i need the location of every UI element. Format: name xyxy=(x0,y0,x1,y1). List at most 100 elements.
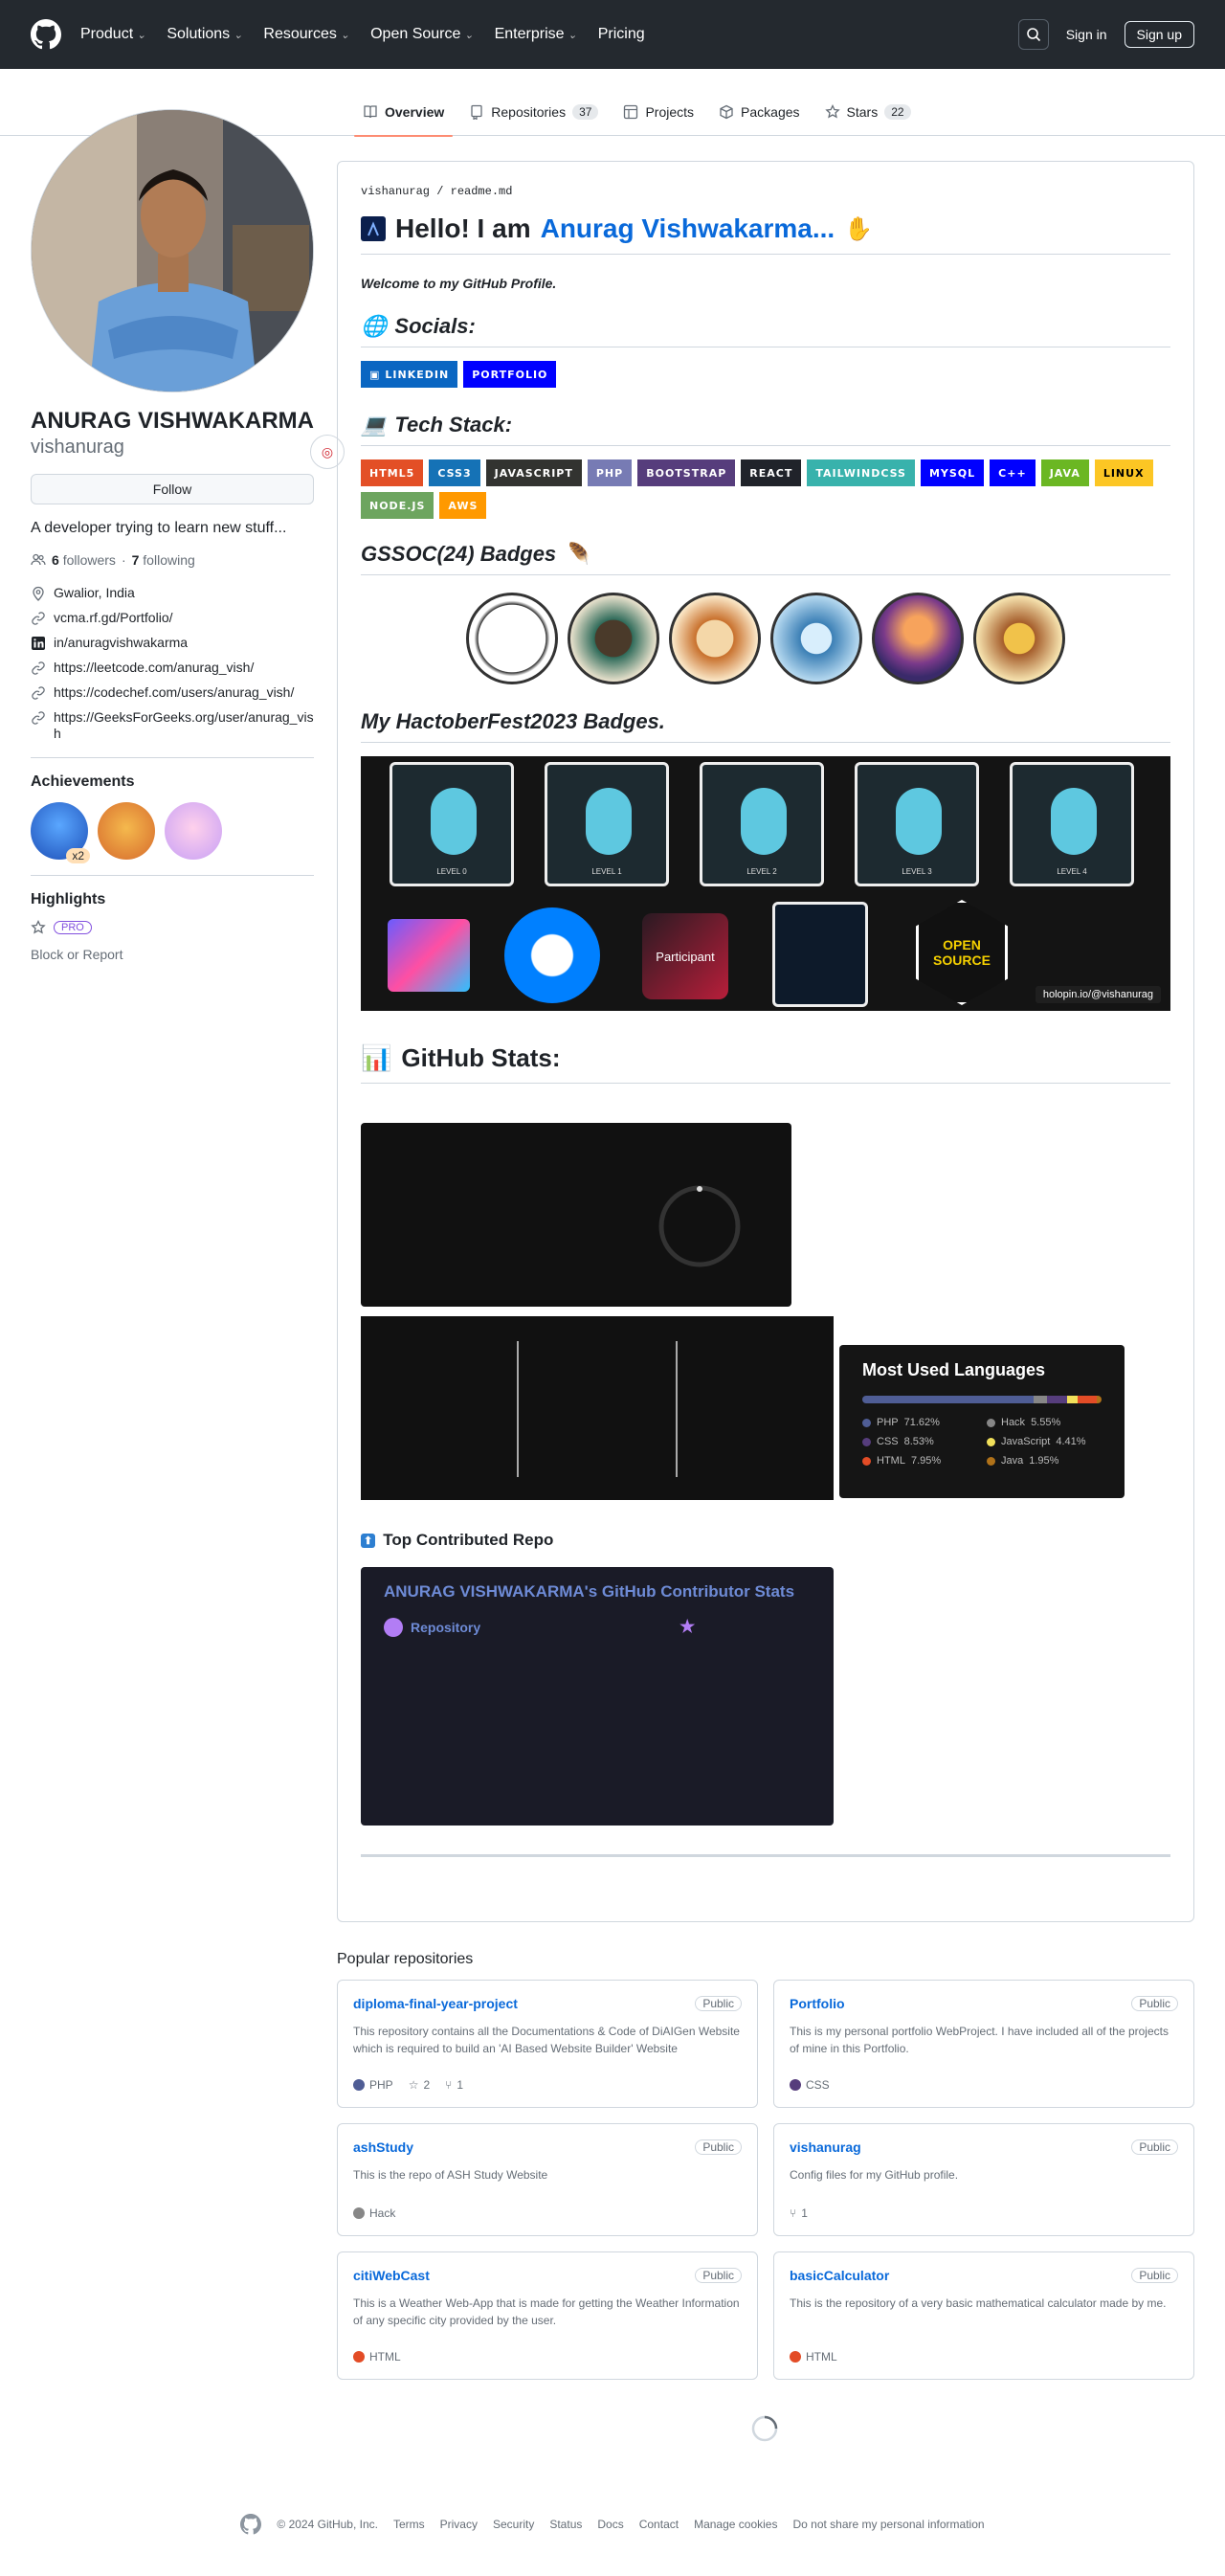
tech-badge-label: CSS3 xyxy=(437,466,472,480)
profile-social-link[interactable]: https://GeeksForGeeks.org/user/anurag_vi… xyxy=(31,709,314,742)
languages-title: Most Used Languages xyxy=(862,1360,1046,1379)
portfolio-badge[interactable]: PORTFOLIO xyxy=(463,361,557,388)
pro-highlight: PRO xyxy=(31,920,314,935)
hacktoberfest-level-3-badge: LEVEL 3 xyxy=(855,762,979,886)
achievement-quickdraw[interactable] xyxy=(98,802,155,860)
location-icon xyxy=(33,586,44,601)
avatar[interactable] xyxy=(31,109,314,392)
tech-badge: TAILWINDCSS xyxy=(807,459,915,486)
languages-legend: PHP 71.62% Hack 5.55% CSS 8.53% JavaScript 4.41… xyxy=(862,1417,1102,1467)
profile-website[interactable]: vcma.rf.gd/Portfolio/ xyxy=(31,610,314,626)
language-bar-segment xyxy=(1078,1396,1098,1403)
tab-packages[interactable]: Packages xyxy=(706,88,812,136)
nav-open-source[interactable]: Open Source ⌄ xyxy=(370,26,474,43)
tab-projects[interactable]: Projects xyxy=(611,88,706,136)
footer-link-privacy[interactable]: Privacy xyxy=(440,2518,478,2531)
search-button[interactable] xyxy=(1017,19,1049,50)
magnifier-badge xyxy=(669,593,761,684)
contributor-repo-header: Repository ★ xyxy=(384,1617,811,1637)
repo-name-link[interactable]: ashStudy xyxy=(353,2139,742,2155)
fork-icon: ⑂ xyxy=(445,2078,453,2092)
wave-icon: ✋ xyxy=(844,215,874,242)
avatar-photo xyxy=(32,110,313,392)
repo-name-link[interactable]: Portfolio xyxy=(790,1996,1178,2011)
github-logo-icon[interactable] xyxy=(31,19,61,50)
profile-linkedin[interactable]: in/anuragvishwakarma xyxy=(31,635,314,651)
chevron-down-icon: ⌄ xyxy=(568,29,577,41)
repo-name-link[interactable]: vishanurag xyxy=(790,2139,1178,2155)
holopin-board[interactable]: LEVEL 0 LEVEL 1 LEVEL 2 LEVEL 3 LEVEL 4 … xyxy=(361,756,1170,1011)
readme-file-link[interactable]: readme.md xyxy=(451,185,513,198)
repo-language: PHP xyxy=(353,2078,393,2092)
following-link[interactable]: 7 following xyxy=(132,552,195,568)
readme-welcome: Welcome to my GitHub Profile. xyxy=(361,276,557,291)
nav-resources[interactable]: Resources ⌄ xyxy=(263,26,349,43)
repo-name-link[interactable]: diploma-final-year-project xyxy=(353,1996,742,2011)
chevron-down-icon: ⌄ xyxy=(464,29,474,41)
tech-badge: PHP xyxy=(587,459,633,486)
repo-forks-link[interactable]: ⑂ 1 xyxy=(790,2206,808,2220)
site-header: Product ⌄ Solutions ⌄ Resources ⌄ Open Sour… xyxy=(0,0,1225,69)
footer-link-status[interactable]: Status xyxy=(549,2518,582,2531)
footer-link-manage-cookies[interactable]: Manage cookies xyxy=(694,2518,777,2531)
language-legend-item: CSS 8.53% xyxy=(862,1436,977,1447)
language-legend-item: JavaScript 4.41% xyxy=(987,1436,1102,1447)
achievements-heading[interactable]: Achievements xyxy=(31,773,314,791)
loading-ring-icon xyxy=(658,1185,741,1267)
repo-card: citiWebCast Public This is a Weather Web… xyxy=(337,2251,758,2380)
repo-description: This repository contains all the Documen… xyxy=(353,2025,740,2055)
repo-stars-link[interactable]: ☆ 2 xyxy=(409,2078,430,2092)
profile-social-link[interactable]: https://codechef.com/users/anurag_vish/ xyxy=(31,684,314,701)
block-or-report-link[interactable]: Block or Report xyxy=(31,947,314,962)
repo-language: CSS xyxy=(790,2078,830,2092)
profile-social-link[interactable]: https://leetcode.com/anurag_vish/ xyxy=(31,660,314,676)
tech-badge-label: HTML5 xyxy=(369,466,415,480)
readme-divider xyxy=(361,1854,1170,1857)
repo-card: basicCalculator Public This is the repos… xyxy=(773,2251,1194,2380)
followers-link[interactable]: 6 followers xyxy=(52,552,116,568)
hacktoberfest-level-1-badge: LEVEL 1 xyxy=(545,762,669,886)
repo-forks-link[interactable]: ⑂ 1 xyxy=(445,2078,463,2092)
footer-link-docs[interactable]: Docs xyxy=(597,2518,623,2531)
footer-link-contact[interactable]: Contact xyxy=(639,2518,679,2531)
tech-badge-label: REACT xyxy=(749,466,793,480)
tab-overview[interactable]: Overview xyxy=(350,88,457,137)
repo-name-link[interactable]: basicCalculator xyxy=(790,2268,1178,2283)
tab-label: Overview xyxy=(385,104,445,120)
nav-pricing[interactable]: Pricing xyxy=(598,26,645,43)
contributor-stats-card: ANURAG VISHWAKARMA's GitHub Contributor … xyxy=(361,1567,834,1826)
readme-name-link[interactable]: Anurag Vishwakarma... xyxy=(541,213,835,244)
footer-link-terms[interactable]: Terms xyxy=(393,2518,425,2531)
chevron-down-icon: ⌄ xyxy=(340,29,350,41)
repo-card: vishanurag Public Config files for my Gi… xyxy=(773,2123,1194,2236)
nav-solutions[interactable]: Solutions ⌄ xyxy=(167,26,242,43)
footer-link-security[interactable]: Security xyxy=(493,2518,534,2531)
socials-heading: 🌐 Socials: xyxy=(361,314,1170,347)
star-icon: ★ xyxy=(679,1617,696,1636)
sign-in-link[interactable]: Sign in xyxy=(1066,27,1107,42)
table-icon xyxy=(624,104,638,120)
appwrite-participant-badge: Participant xyxy=(642,913,728,999)
visibility-badge: Public xyxy=(695,1996,742,2011)
follow-button[interactable]: Follow xyxy=(31,474,314,504)
language-legend-item: HTML 7.95% xyxy=(862,1455,977,1467)
top-arrow-icon: ⬆ xyxy=(361,1533,376,1548)
achievement-yolo[interactable] xyxy=(165,802,222,860)
linkedin-badge[interactable]: ▣ LINKEDIN xyxy=(361,361,458,388)
profile-location: Gwalior, India xyxy=(31,585,314,601)
github-logo-icon[interactable] xyxy=(240,2514,262,2535)
achievement-pull-shark[interactable]: x2 xyxy=(31,802,90,863)
profile-readme: vishanurag / readme.md Hello! I am Anura… xyxy=(337,161,1194,1922)
tab-stars[interactable]: Stars 22 xyxy=(813,88,924,136)
digitalocean-badge xyxy=(504,907,600,1003)
nav-product[interactable]: Product ⌄ xyxy=(80,26,145,43)
laptop-icon: 💻 xyxy=(361,413,388,437)
footer-link-do-not-share[interactable]: Do not share my personal information xyxy=(792,2518,984,2531)
github-icon xyxy=(384,1617,403,1637)
readme-heading: Hello! I am Anurag Vishwakarma... ✋ xyxy=(361,213,1170,255)
sign-up-button[interactable]: Sign up xyxy=(1124,21,1194,48)
repo-name-link[interactable]: citiWebCast xyxy=(353,2268,742,2283)
tab-repositories[interactable]: Repositories 37 xyxy=(457,88,611,136)
nav-enterprise[interactable]: Enterprise ⌄ xyxy=(495,26,577,43)
readme-owner-link[interactable]: vishanurag xyxy=(361,185,430,198)
